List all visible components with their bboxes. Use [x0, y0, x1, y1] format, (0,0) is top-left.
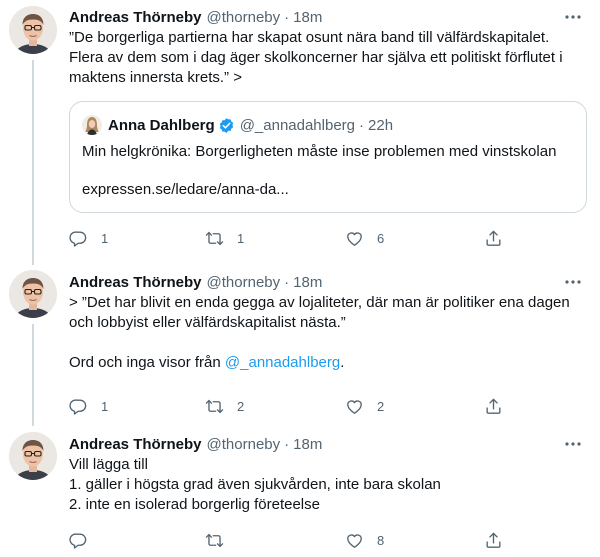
- retweet-button[interactable]: [205, 530, 237, 550]
- reply-count: 1: [101, 398, 109, 414]
- tweet-text-suffix: .: [340, 354, 345, 371]
- retweet-button[interactable]: 2: [205, 396, 244, 416]
- quoted-timestamp[interactable]: 22h: [368, 117, 393, 134]
- avatar[interactable]: [9, 270, 57, 318]
- quoted-author-name[interactable]: Anna Dahlberg: [108, 117, 215, 134]
- heart-icon: [345, 531, 364, 550]
- share-icon: [484, 229, 503, 248]
- separator: ·: [284, 435, 290, 453]
- reply-button[interactable]: 1: [69, 228, 108, 248]
- reply-icon: [69, 229, 88, 248]
- share-button[interactable]: [484, 396, 503, 416]
- share-icon: [484, 397, 503, 416]
- timestamp[interactable]: 18m: [293, 9, 322, 26]
- retweet-icon: [205, 531, 224, 550]
- like-count: 2: [377, 398, 385, 414]
- separator: ·: [284, 8, 290, 26]
- like-button[interactable]: 6: [345, 228, 384, 248]
- more-icon[interactable]: [564, 274, 582, 290]
- tweet-text: ”De borgerliga partierna har skapat osun…: [69, 29, 567, 86]
- tweet-text-line: Ord och inga visor från @_annadahlberg.: [69, 353, 582, 373]
- reply-icon: [69, 397, 88, 416]
- mention-link[interactable]: @_annadahlberg: [225, 354, 340, 371]
- reply-count: 1: [101, 230, 109, 246]
- reply-button[interactable]: 1: [69, 396, 108, 416]
- author-handle[interactable]: @thorneby: [207, 9, 281, 26]
- tweet-text: Vill lägga till 1. gäller i högsta grad …: [69, 456, 441, 513]
- tweet-text: > ”Det har blivit en enda gegga av lojal…: [69, 294, 574, 331]
- more-icon[interactable]: [564, 9, 582, 25]
- tweet-header: Andreas Thörneby @thorneby · 18m: [69, 7, 582, 27]
- tweet[interactable]: Andreas Thörneby @thorneby · 18m ”De bor…: [0, 0, 600, 264]
- author-handle[interactable]: @thorneby: [207, 274, 281, 291]
- tweet-text-prefix: Ord och inga visor från: [69, 354, 225, 371]
- like-count: 6: [377, 230, 385, 246]
- heart-icon: [345, 229, 364, 248]
- more-icon[interactable]: [564, 436, 582, 452]
- tweet[interactable]: Andreas Thörneby @thorneby · 18m Vill lä…: [0, 426, 600, 557]
- quoted-tweet[interactable]: Anna Dahlberg @_annadahlberg · 22h Min h…: [69, 101, 587, 213]
- verified-badge-icon: [219, 117, 233, 133]
- share-button[interactable]: [484, 228, 503, 248]
- retweet-button[interactable]: 1: [205, 228, 244, 248]
- timestamp[interactable]: 18m: [293, 436, 322, 453]
- quoted-tweet-text: Min helgkrönika: Borgerligheten måste in…: [82, 143, 557, 160]
- heart-icon: [345, 397, 364, 416]
- author-name[interactable]: Andreas Thörneby: [69, 9, 202, 26]
- separator: ·: [359, 116, 365, 134]
- tweet[interactable]: Andreas Thörneby @thorneby · 18m > ”Det …: [0, 264, 600, 426]
- retweet-count: 2: [237, 398, 245, 414]
- avatar[interactable]: [9, 6, 57, 54]
- quoted-tweet-link[interactable]: expressen.se/ledare/anna-da...: [82, 180, 289, 200]
- separator: ·: [284, 273, 290, 291]
- tweet-actions: 1 2 2: [69, 396, 509, 416]
- retweet-icon: [205, 229, 224, 248]
- share-button[interactable]: [484, 530, 503, 550]
- avatar: [82, 115, 102, 135]
- retweet-icon: [205, 397, 224, 416]
- quoted-author-handle[interactable]: @_annadahlberg: [240, 117, 355, 134]
- like-button[interactable]: 8: [345, 530, 384, 550]
- author-name[interactable]: Andreas Thörneby: [69, 436, 202, 453]
- author-handle[interactable]: @thorneby: [207, 436, 281, 453]
- reply-icon: [69, 531, 88, 550]
- avatar[interactable]: [9, 432, 57, 480]
- reply-button[interactable]: [69, 530, 101, 550]
- tweet-actions: 8: [69, 530, 509, 550]
- like-count: 8: [377, 532, 385, 548]
- author-name[interactable]: Andreas Thörneby: [69, 274, 202, 291]
- tweet-header: Andreas Thörneby @thorneby · 18m: [69, 434, 582, 454]
- share-icon: [484, 531, 503, 550]
- tweet-header: Andreas Thörneby @thorneby · 18m: [69, 272, 582, 292]
- retweet-count: 1: [237, 230, 245, 246]
- like-button[interactable]: 2: [345, 396, 384, 416]
- tweet-actions: 1 1 6: [69, 228, 509, 248]
- timestamp[interactable]: 18m: [293, 274, 322, 291]
- quoted-tweet-header: Anna Dahlberg @_annadahlberg · 22h: [82, 114, 393, 136]
